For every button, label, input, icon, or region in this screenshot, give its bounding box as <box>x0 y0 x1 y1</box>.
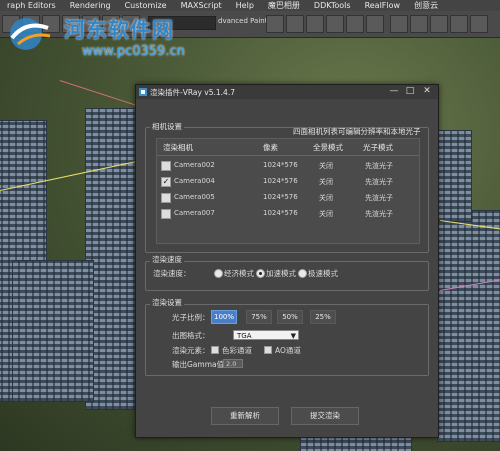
table-row[interactable]: Camera007 1024*576 关闭 先渲光子 <box>157 206 419 222</box>
camera-photon[interactable]: 先渲光子 <box>365 193 393 203</box>
speed-extreme-radio[interactable] <box>298 269 307 278</box>
menu-photo-album[interactable]: 魔巴相册 <box>261 0 307 11</box>
submit-render-button[interactable]: 提交渲染 <box>291 407 359 425</box>
mirror-icon[interactable] <box>266 15 284 33</box>
table-row[interactable]: Camera005 1024*576 关闭 先渲光子 <box>157 190 419 206</box>
app-icon <box>139 88 147 96</box>
camera-pixels: 1024*576 <box>263 177 298 185</box>
render-settings-title: 渲染设置 <box>150 297 184 308</box>
close-button[interactable]: ✕ <box>421 86 433 97</box>
table-row[interactable]: Camera002 1024*576 关闭 先渲光子 <box>157 158 419 174</box>
speed-accelerate-label[interactable]: 加速模式 <box>266 268 296 279</box>
camera-pixels: 1024*576 <box>263 209 298 217</box>
menu-maxscript[interactable]: MAXScript <box>174 0 229 11</box>
camera-name: Camera007 <box>174 209 215 217</box>
watermark-title: 河东软件网 <box>64 18 174 42</box>
photon-ratio-25-button[interactable]: 25% <box>310 310 336 324</box>
menu-rendering[interactable]: Rendering <box>63 0 118 11</box>
building-front-left <box>12 260 94 402</box>
reparse-button[interactable]: 重新解析 <box>211 407 279 425</box>
camera-photon[interactable]: 先渲光子 <box>365 161 393 171</box>
menu-ddktools[interactable]: DDKTools <box>307 0 358 11</box>
camera-checkbox[interactable] <box>161 193 171 203</box>
material-editor-icon[interactable] <box>366 15 384 33</box>
ao-channel-checkbox[interactable] <box>264 346 272 354</box>
photon-ratio-100-button[interactable]: 100% <box>211 310 237 324</box>
window-title: 渲染插件-VRay v5.1.4.7 <box>150 88 235 97</box>
camera-checkbox[interactable] <box>161 161 171 171</box>
menu-help[interactable]: Help <box>229 0 261 11</box>
render-frame-icon[interactable] <box>410 15 428 33</box>
curve-editor-icon[interactable] <box>346 15 364 33</box>
render-speed-label: 渲染速度： <box>153 269 191 278</box>
window-titlebar[interactable]: 渲染插件-VRay v5.1.4.7 — □ ✕ <box>136 85 438 99</box>
render-setup-icon[interactable] <box>390 15 408 33</box>
menu-realflow[interactable]: RealFlow <box>358 0 408 11</box>
col-header-camera: 渲染相机 <box>163 143 193 152</box>
align-icon[interactable] <box>286 15 304 33</box>
render-speed-title: 渲染速度 <box>150 254 184 265</box>
output-format-value: TGA <box>237 332 252 340</box>
camera-hint-text: 四面相机列表可编辑分辨率和本地光子 <box>293 127 421 136</box>
layer-explorer-icon[interactable] <box>326 15 344 33</box>
table-row[interactable]: ✓ Camera004 1024*576 关闭 先渲光子 <box>157 174 419 190</box>
vray-icon[interactable] <box>450 15 468 33</box>
photon-ratio-75-button[interactable]: 75% <box>246 310 272 324</box>
menu-customize[interactable]: Customize <box>118 0 174 11</box>
color-channel-label[interactable]: 色彩通道 <box>222 345 252 356</box>
advanced-paint-label[interactable]: dvanced Paint <box>218 17 267 25</box>
col-header-panorama: 全景模式 <box>313 143 343 152</box>
camera-photon[interactable]: 先渲光子 <box>365 209 393 219</box>
speed-extreme-label[interactable]: 极速模式 <box>308 268 338 279</box>
camera-name: Camera002 <box>174 161 215 169</box>
watermark-url: www.pc0359.cn <box>82 44 185 59</box>
camera-checkbox[interactable] <box>161 209 171 219</box>
vray-frame-buffer-icon[interactable] <box>470 15 488 33</box>
speed-economy-label[interactable]: 经济模式 <box>224 268 254 279</box>
camera-panorama[interactable]: 关闭 <box>319 177 333 187</box>
render-elements-label: 渲染元素： <box>172 346 210 355</box>
layer-manager-icon[interactable] <box>306 15 324 33</box>
speed-accelerate-radio[interactable] <box>256 269 265 278</box>
camera-table: 渲染相机 像素 全景模式 光子模式 Camera002 1024*576 关闭 … <box>156 138 420 244</box>
menu-chuangyiyun[interactable]: 创意云 <box>407 0 445 11</box>
building-right <box>437 210 500 442</box>
gamma-input[interactable]: 2.0 <box>223 359 243 368</box>
ao-channel-label[interactable]: AO通道 <box>275 345 301 356</box>
speed-economy-radio[interactable] <box>214 269 223 278</box>
photon-ratio-50-button[interactable]: 50% <box>277 310 303 324</box>
minimize-button[interactable]: — <box>388 86 400 97</box>
camera-panorama[interactable]: 关闭 <box>319 209 333 219</box>
render-plugin-window: 渲染插件-VRay v5.1.4.7 — □ ✕ 相机设置 四面相机列表可编辑分… <box>135 84 439 438</box>
header-divider <box>157 155 419 156</box>
camera-name: Camera005 <box>174 193 215 201</box>
photon-ratio-label: 光子比例： <box>172 313 210 322</box>
camera-panorama[interactable]: 关闭 <box>319 193 333 203</box>
camera-photon[interactable]: 先渲光子 <box>365 177 393 187</box>
watermark-logo <box>10 18 51 50</box>
camera-checkbox[interactable]: ✓ <box>161 177 171 187</box>
maximize-button[interactable]: □ <box>404 86 416 97</box>
output-format-label: 出图格式： <box>172 331 210 340</box>
menu-graph-editors[interactable]: raph Editors <box>0 0 63 11</box>
camera-pixels: 1024*576 <box>263 193 298 201</box>
chevron-down-icon: ▼ <box>290 332 296 340</box>
color-channel-checkbox[interactable] <box>211 346 219 354</box>
camera-settings-title: 相机设置 <box>150 121 184 132</box>
camera-pixels: 1024*576 <box>263 161 298 169</box>
camera-panorama[interactable]: 关闭 <box>319 161 333 171</box>
col-header-photon: 光子模式 <box>363 143 393 152</box>
render-production-icon[interactable] <box>430 15 448 33</box>
col-header-pixels: 像素 <box>263 143 278 152</box>
camera-name: Camera004 <box>174 177 215 185</box>
output-format-select[interactable]: TGA ▼ <box>233 330 299 340</box>
